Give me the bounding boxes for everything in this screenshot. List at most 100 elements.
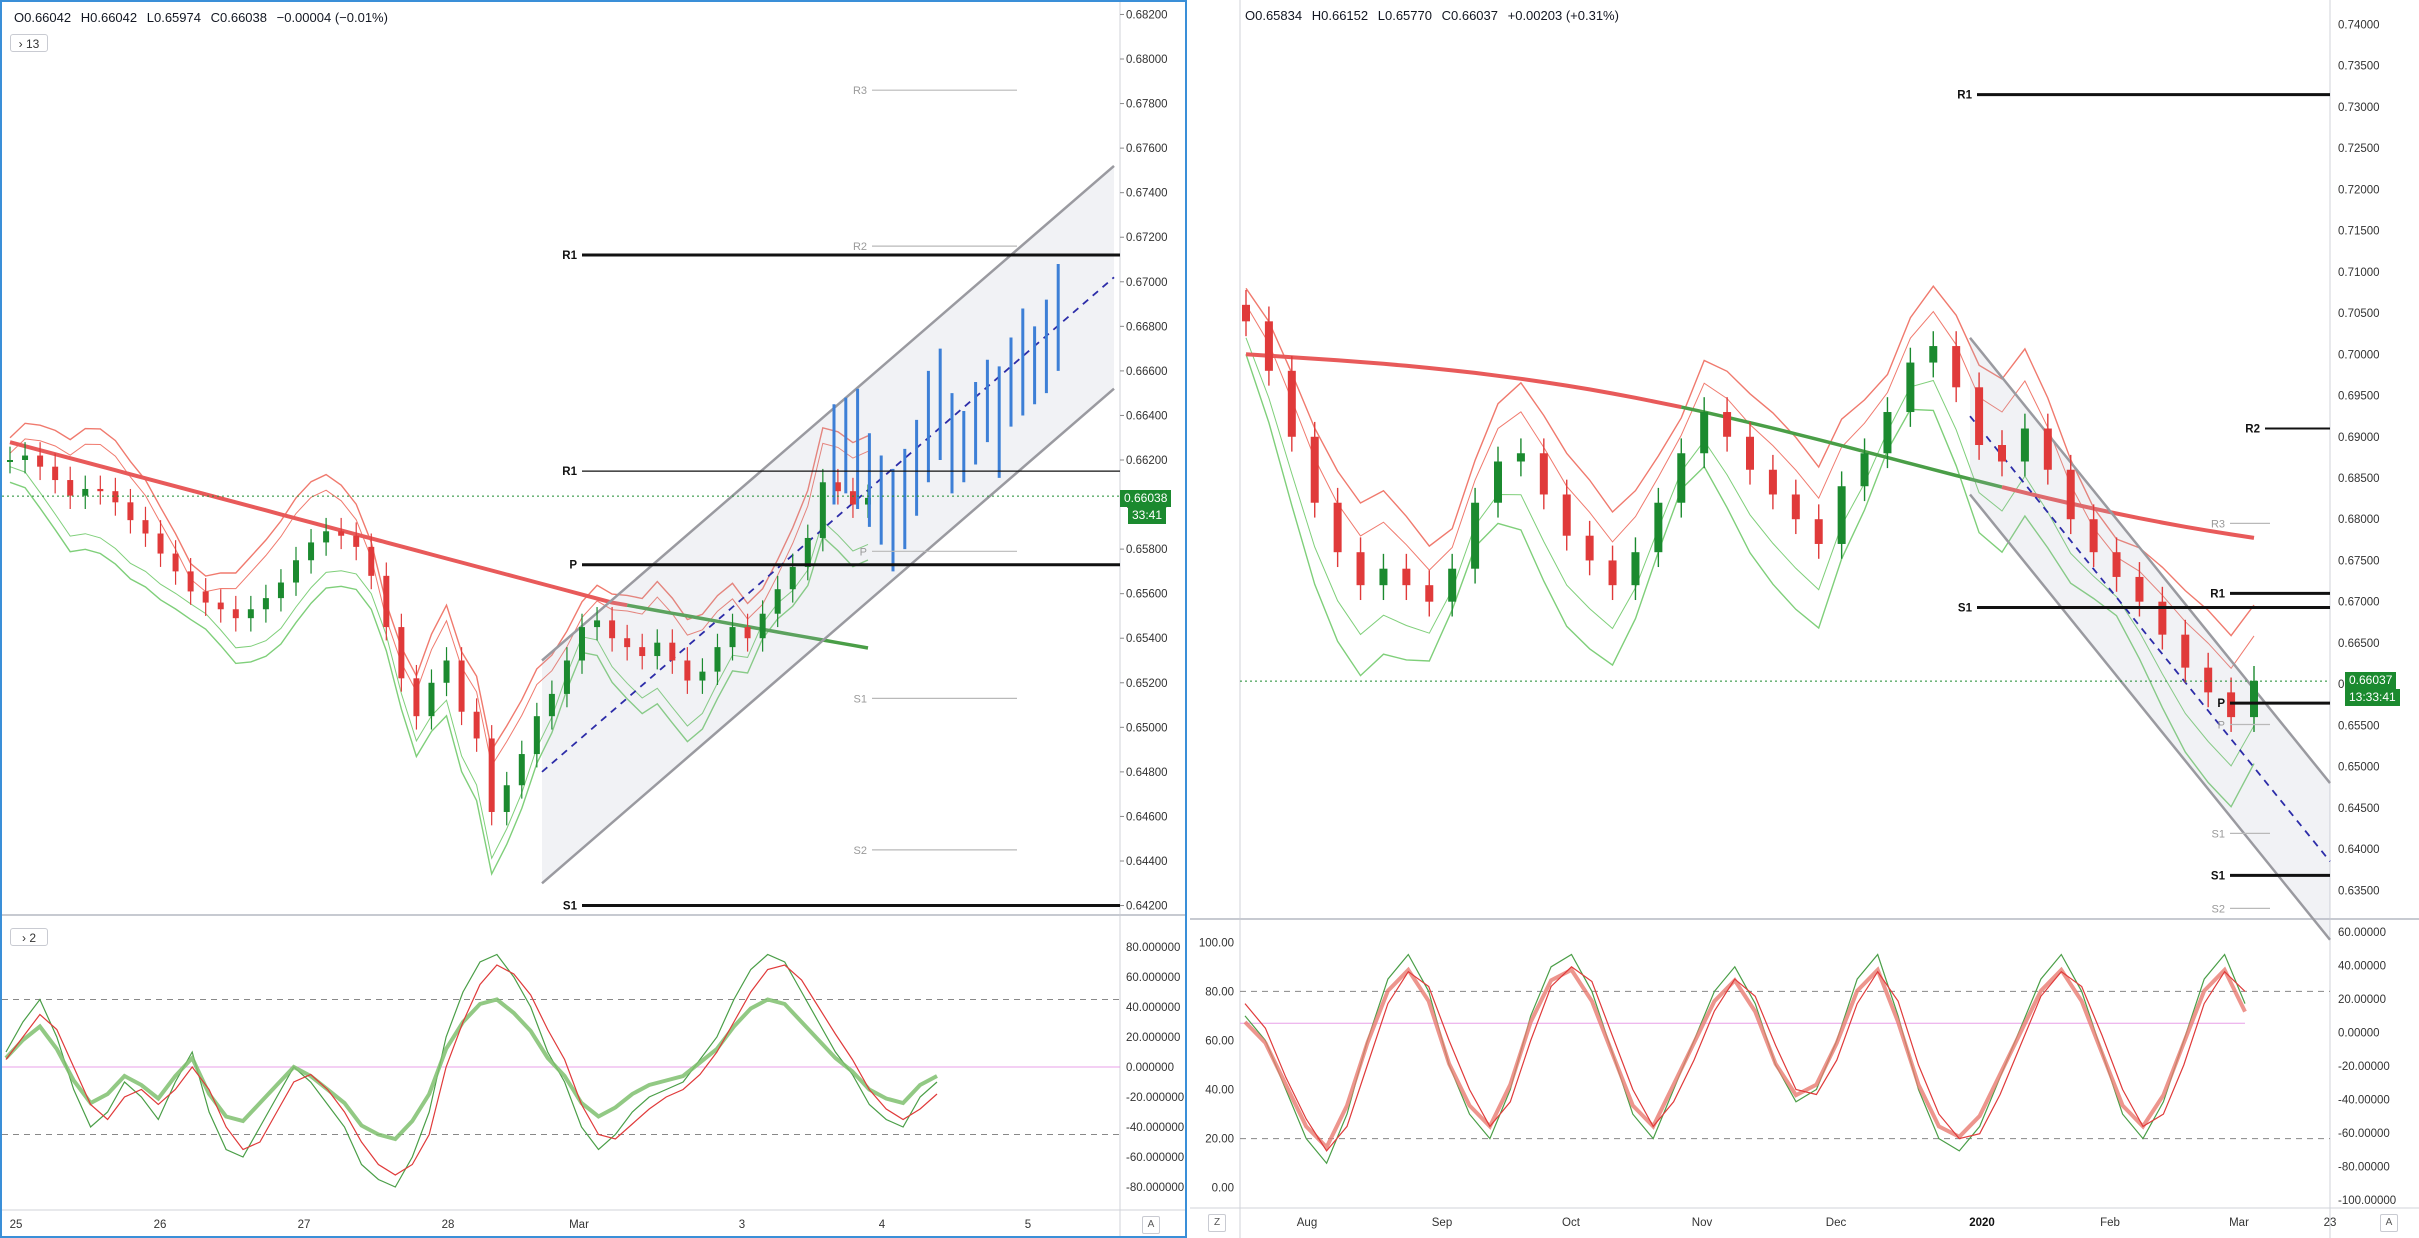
left-auto-scale-button[interactable]: A bbox=[1142, 1216, 1160, 1234]
left-candle-body bbox=[52, 466, 59, 481]
left-candle-body bbox=[142, 520, 149, 534]
left-osc-count: 2 bbox=[29, 931, 37, 945]
right-osc-left-tick-label: 20.00 bbox=[1205, 1134, 1234, 1146]
right-x-tick-label: 2020 bbox=[1969, 1217, 1995, 1229]
right-candle-body bbox=[1929, 346, 1938, 363]
right-candle-body bbox=[2135, 576, 2144, 602]
left-candle-body bbox=[112, 491, 119, 503]
right-candle-body bbox=[1837, 486, 1846, 544]
left-open: O0.66042 bbox=[14, 10, 72, 25]
right-y-tick-label: 0.68000 bbox=[2338, 514, 2380, 526]
right-osc-right-tick-label: 60.00000 bbox=[2338, 927, 2386, 939]
right-y-tick-label: 0.71000 bbox=[2338, 267, 2380, 279]
right-x-tick-label: Aug bbox=[1297, 1217, 1317, 1229]
left-candle-body bbox=[187, 571, 194, 592]
left-candle-body bbox=[503, 785, 510, 812]
left-candle-body bbox=[714, 647, 721, 672]
left-osc-tick-label: 60.000000 bbox=[1126, 972, 1180, 984]
right-pivot-label: R1 bbox=[2210, 588, 2225, 600]
right-candle-body bbox=[1700, 412, 1709, 454]
right-pivot-label: P bbox=[2218, 720, 2225, 732]
left-y-tick-label: 0.65400 bbox=[1126, 633, 1168, 645]
left-candle-body bbox=[398, 627, 405, 679]
left-pivot-label: S1 bbox=[854, 693, 867, 705]
right-auto-scale-button[interactable]: A bbox=[2380, 1214, 2398, 1232]
left-x-tick-label: 3 bbox=[739, 1219, 745, 1231]
left-candle-body bbox=[744, 627, 751, 639]
left-candle-body bbox=[699, 671, 706, 681]
right-candle-body bbox=[1906, 362, 1915, 413]
left-osc-smoothed bbox=[4, 997, 938, 1142]
left-y-tick-label: 0.67000 bbox=[1126, 277, 1168, 289]
right-candle-body bbox=[1791, 494, 1800, 520]
left-candle-body bbox=[277, 582, 284, 599]
left-candle-body bbox=[443, 660, 450, 683]
right-y-tick-label: 0.74000 bbox=[2338, 19, 2380, 31]
right-close: C0.66037 bbox=[1441, 8, 1498, 23]
right-x-tick-label: 23 bbox=[2324, 1217, 2337, 1229]
left-candle-body bbox=[819, 482, 826, 538]
left-candle-body bbox=[232, 609, 239, 619]
right-y-tick-label: 0.67500 bbox=[2338, 555, 2380, 567]
left-pivot-label: R1 bbox=[562, 466, 577, 478]
right-candle-body bbox=[1883, 412, 1892, 454]
left-y-tick-label: 0.66400 bbox=[1126, 410, 1168, 422]
right-y-tick-label: 0.64500 bbox=[2338, 803, 2380, 815]
left-y-tick-label: 0.68000 bbox=[1126, 54, 1168, 66]
left-indicators-toggle[interactable]: › 13 bbox=[10, 34, 48, 52]
left-candle-body bbox=[37, 455, 44, 467]
left-candle-body bbox=[563, 660, 570, 694]
right-y-tick-label: 0.72000 bbox=[2338, 184, 2380, 196]
left-candle-body bbox=[849, 491, 856, 505]
right-osc-left-tick-label: 40.00 bbox=[1205, 1085, 1234, 1097]
left-pivot-label: R2 bbox=[853, 241, 867, 253]
right-osc-left-tick-label: 100.00 bbox=[1199, 937, 1234, 949]
left-x-tick-label: 28 bbox=[442, 1219, 455, 1231]
right-pivot-label: P bbox=[2217, 698, 2225, 710]
right-y-tick-label: 0.73500 bbox=[2338, 61, 2380, 73]
right-chart-canvas[interactable]: 0.74000 0.73500 0.73000 0.72500 0.72000 0.715… bbox=[1190, 0, 2419, 1238]
right-pivot-label: S1 bbox=[1958, 602, 1973, 614]
right-candle-body bbox=[1264, 321, 1273, 371]
left-x-tick-label: 5 bbox=[1025, 1219, 1031, 1231]
right-candle-body bbox=[1402, 568, 1411, 586]
left-x-tick-label: Mar bbox=[569, 1219, 589, 1231]
right-low: L0.65770 bbox=[1377, 8, 1432, 23]
left-candle-body bbox=[518, 754, 525, 786]
right-candle-body bbox=[1654, 502, 1663, 553]
right-candle-body bbox=[1631, 552, 1640, 586]
right-candle-body bbox=[1608, 560, 1617, 586]
right-y-tick-label: 0.66500 bbox=[2338, 638, 2380, 650]
left-y-tick-label: 0.68200 bbox=[1126, 9, 1168, 21]
left-ohlc-readout: O0.66042 H0.66042 L0.65974 C0.66038 −0.0… bbox=[14, 10, 394, 25]
left-candle-body bbox=[338, 531, 345, 536]
left-candle-body bbox=[774, 589, 781, 614]
right-zoom-button[interactable]: Z bbox=[1208, 1214, 1226, 1232]
left-candle-body bbox=[594, 620, 601, 628]
left-candle-body bbox=[428, 682, 435, 717]
left-pivot-label: P bbox=[860, 546, 867, 558]
left-candle-body bbox=[473, 711, 480, 739]
left-y-tick-label: 0.64400 bbox=[1126, 856, 1168, 868]
right-candle-body bbox=[1494, 461, 1502, 503]
right-y-tick-label: 0.64000 bbox=[2338, 844, 2380, 856]
left-y-tick-label: 0.67800 bbox=[1126, 99, 1168, 111]
left-chart-pane[interactable]: 0.68200 0.68000 0.67800 0.67600 0.67400 0.672… bbox=[0, 0, 1187, 1238]
right-x-tick-label: Mar bbox=[2229, 1217, 2249, 1229]
right-osc-left-tick-label: 60.00 bbox=[1205, 1035, 1234, 1047]
right-y-tick-label: 0.71500 bbox=[2338, 226, 2380, 238]
left-last-price-tag: 0.66038 bbox=[1120, 490, 1172, 507]
right-osc-right-tick-label: -20.00000 bbox=[2338, 1061, 2390, 1073]
right-chart-pane[interactable]: 0.74000 0.73500 0.73000 0.72500 0.72000 0.715… bbox=[1190, 0, 2419, 1238]
left-pivot-label: S1 bbox=[563, 901, 578, 913]
left-chart-canvas[interactable]: 0.68200 0.68000 0.67800 0.67600 0.67400 0.672… bbox=[2, 2, 1185, 1236]
right-candle-body bbox=[1448, 568, 1457, 602]
left-osc-tick-label: -40.000000 bbox=[1126, 1122, 1184, 1134]
right-candle-body bbox=[1562, 494, 1571, 536]
left-oscillator-toggle[interactable]: › 2 bbox=[10, 928, 48, 946]
left-candle-body bbox=[202, 591, 209, 603]
right-pivot-label: R3 bbox=[2211, 518, 2225, 530]
right-candle-body bbox=[1539, 453, 1548, 495]
left-candle-body bbox=[22, 455, 29, 460]
right-pivot-label: R2 bbox=[2245, 424, 2260, 436]
